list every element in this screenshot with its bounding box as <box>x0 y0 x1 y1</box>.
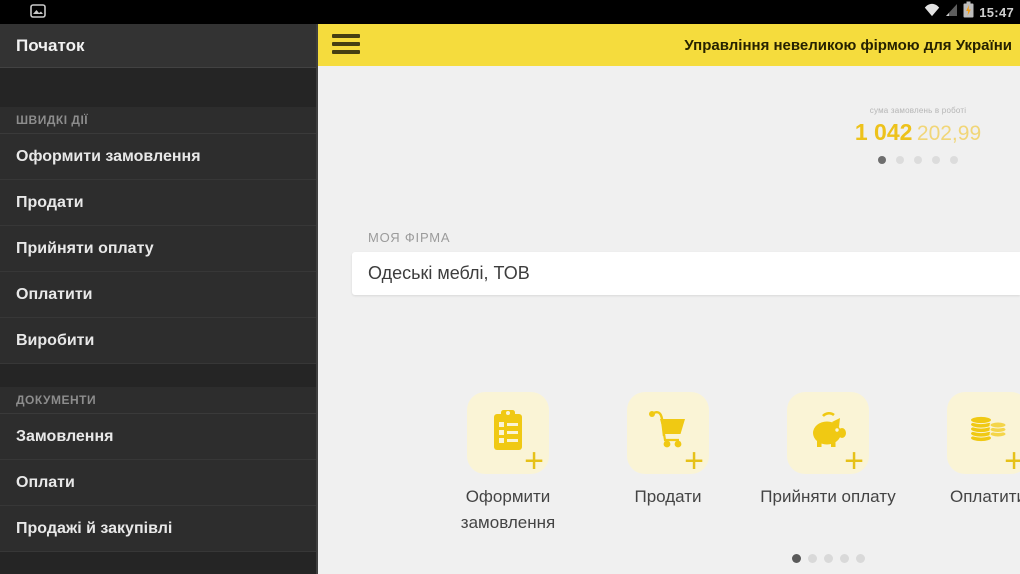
piggy-bank-icon: + <box>787 392 869 478</box>
widget-pager[interactable] <box>788 156 1020 164</box>
tile-create-order[interactable]: + Оформити замовлення <box>436 392 580 536</box>
pager-dot[interactable] <box>840 554 849 563</box>
wifi-icon <box>924 3 940 22</box>
android-status-bar: 15:47 <box>0 0 1020 24</box>
pager-dot[interactable] <box>932 156 940 164</box>
app-screen: 15:47 Початок ШВИДКІ ДІЇ Оформити замовл… <box>0 0 1020 574</box>
orders-sum-caption: сума замовлень в роботі <box>869 106 967 115</box>
plus-icon: + <box>684 442 704 480</box>
pager-dot[interactable] <box>896 156 904 164</box>
sidebar-item-payments[interactable]: Оплати <box>0 460 316 506</box>
screenshot-notification-icon <box>30 4 46 23</box>
sidebar-item-sales-purchases[interactable]: Продажі й закупівлі <box>0 506 316 552</box>
pager-dot[interactable] <box>792 554 801 563</box>
pager-dot[interactable] <box>808 554 817 563</box>
orders-sum-widget[interactable]: сума замовлень в роботі 1 042 202,99 <box>788 106 1020 164</box>
plus-icon: + <box>844 442 864 480</box>
pager-dot[interactable] <box>878 156 886 164</box>
sidebar-item-orders[interactable]: Замовлення <box>0 414 316 460</box>
sidebar-item-produce[interactable]: Виробити <box>0 318 316 364</box>
clock: 15:47 <box>979 4 1014 20</box>
battery-charging-icon <box>963 1 974 23</box>
cell-signal-icon <box>945 3 958 22</box>
tile-label: Оформити замовлення <box>460 487 556 532</box>
my-firm-label: МОЯ ФІРМА <box>368 230 451 245</box>
tile-label: Оплатити <box>950 487 1020 506</box>
tile-receive-payment[interactable]: + Прийняти оплату <box>756 392 900 536</box>
hamburger-menu-icon[interactable] <box>332 34 360 56</box>
sidebar-item-create-order[interactable]: Оформити замовлення <box>0 134 316 180</box>
tile-label: Прийняти оплату <box>760 487 896 506</box>
tiles-pager[interactable] <box>792 554 865 563</box>
sidebar-item-pay[interactable]: Оплатити <box>0 272 316 318</box>
tile-pay[interactable]: + Оплатити <box>916 392 1020 536</box>
orders-sum-fraction: 202,99 <box>916 122 982 145</box>
orders-sum-integer: 1 042 <box>854 119 913 145</box>
pager-dot[interactable] <box>950 156 958 164</box>
orders-sum-value: 1 042 202,99 <box>788 119 1020 146</box>
quick-action-tiles: + Оформити замовлення + Продати + Прийня… <box>436 392 1020 536</box>
section-label-quick-actions: ШВИДКІ ДІЇ <box>0 107 316 134</box>
app-bar: Управління невеликою фірмою для України <box>318 24 1020 66</box>
plus-icon: + <box>524 442 544 480</box>
sidebar-header-home[interactable]: Початок <box>0 24 316 68</box>
tile-label: Продати <box>634 487 702 506</box>
sidebar-item-sell[interactable]: Продати <box>0 180 316 226</box>
my-firm-value: Одеські меблі, ТОВ <box>368 263 530 283</box>
app-title: Управління невеликою фірмою для України <box>684 36 1012 54</box>
tile-sell[interactable]: + Продати <box>596 392 740 536</box>
shopping-cart-icon: + <box>627 392 709 478</box>
navigation-sidebar: Початок ШВИДКІ ДІЇ Оформити замовлення П… <box>0 24 318 574</box>
section-label-documents: ДОКУМЕНТИ <box>0 387 316 414</box>
pager-dot[interactable] <box>856 554 865 563</box>
sidebar-section-quick-actions: ШВИДКІ ДІЇ Оформити замовлення Продати П… <box>0 107 316 364</box>
sidebar-section-documents: ДОКУМЕНТИ Замовлення Оплати Продажі й за… <box>0 387 316 552</box>
pager-dot[interactable] <box>824 554 833 563</box>
my-firm-field[interactable]: Одеські меблі, ТОВ <box>352 252 1020 295</box>
pager-dot[interactable] <box>914 156 922 164</box>
coin-stacks-icon: + <box>947 392 1020 478</box>
clipboard-checklist-icon: + <box>467 392 549 478</box>
plus-icon: + <box>1004 442 1020 480</box>
dashboard: сума замовлень в роботі 1 042 202,99 МОЯ… <box>318 66 1020 574</box>
sidebar-item-receive-payment[interactable]: Прийняти оплату <box>0 226 316 272</box>
